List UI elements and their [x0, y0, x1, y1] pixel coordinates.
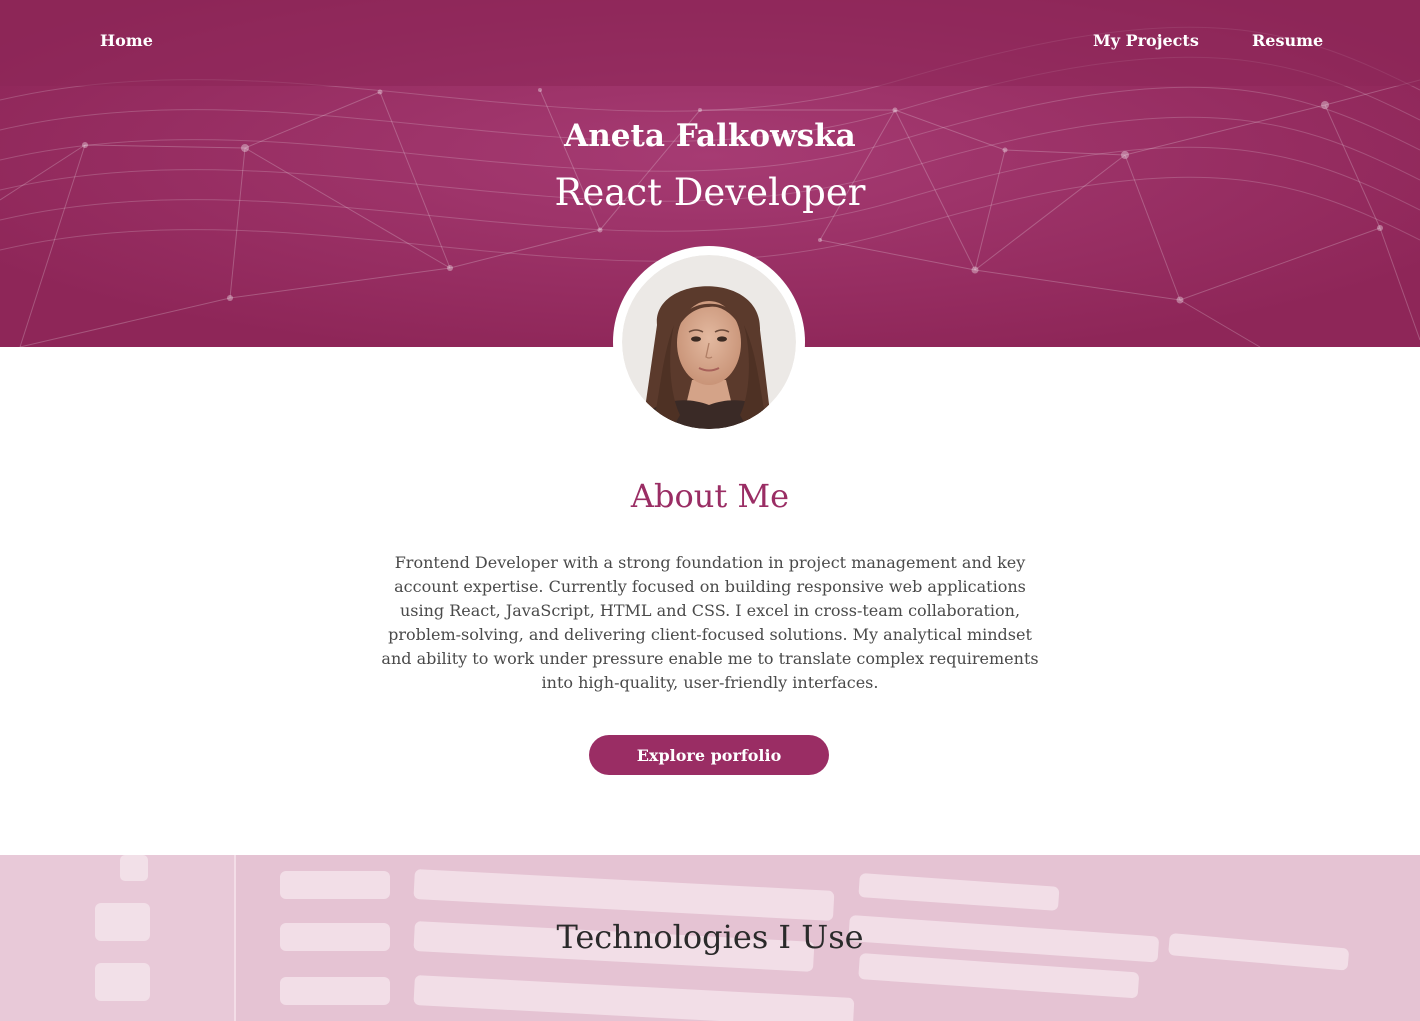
technologies-section: Technologies I Use: [0, 855, 1420, 1021]
technologies-title: Technologies I Use: [556, 918, 864, 956]
hero-role: React Developer: [554, 171, 866, 214]
nav-resume-link[interactable]: Resume: [1252, 31, 1323, 50]
profile-avatar: [613, 246, 805, 438]
nav-my-projects-link[interactable]: My Projects: [1093, 31, 1199, 50]
about-description: Frontend Developer with a strong foundat…: [381, 553, 1039, 692]
profile-photo: [622, 255, 796, 429]
about-title: About Me: [630, 477, 790, 515]
explore-portfolio-button[interactable]: Explore porfolio: [589, 735, 829, 775]
nav-home-link[interactable]: Home: [100, 31, 153, 50]
top-navigation: Home My Projects Resume: [0, 0, 1420, 86]
hero-name: Aneta Falkowska: [564, 118, 856, 154]
